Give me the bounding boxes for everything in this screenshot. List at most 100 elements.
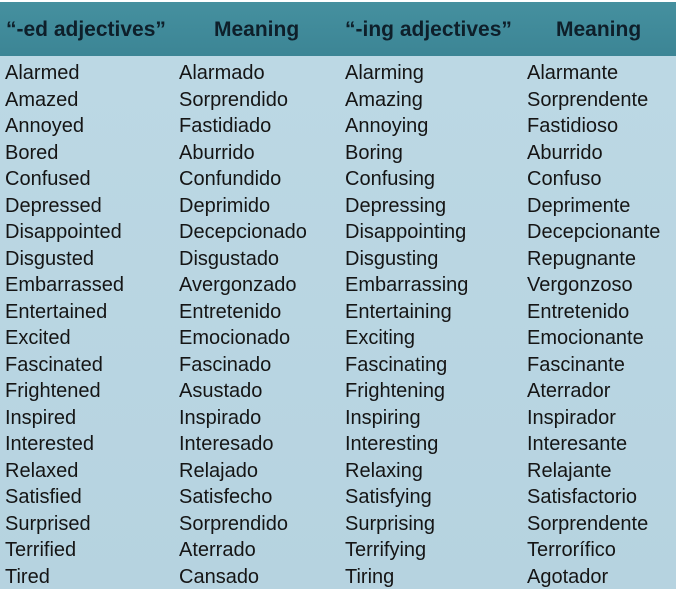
ed-adjective-cell: Amazed: [5, 88, 79, 111]
ing-meaning-cell: Fastidioso: [527, 115, 619, 137]
table-row: Alarmed Alarmado Alarming Alarmante: [0, 60, 676, 87]
ing-adjective-cell: Confusing: [345, 168, 436, 190]
ing-adjective-cell: Fascinating: [345, 353, 448, 376]
ing-meaning-cell: Aburrido: [527, 141, 603, 164]
table-body: Alarmed Alarmado Alarming Alarmante Amazed So…: [0, 60, 676, 590]
table-row: Terrified Aterrado Terrifying Terrorífico: [0, 537, 676, 564]
ed-adjective-cell: Confused: [5, 168, 91, 190]
table-row: Tired Cansado Tiring Agotador: [0, 564, 676, 591]
ed-adjective-cell: Disgusted: [5, 247, 94, 270]
ing-adjective-cell: Relaxing: [345, 459, 423, 482]
ed-meaning-cell: Sorprendido: [179, 512, 288, 535]
ed-meaning-cell: Cansado: [179, 565, 260, 588]
header-ing-adjectives: “-ing adjectives”: [345, 18, 512, 41]
ing-adjective-cell: Boring: [345, 141, 403, 164]
ed-meaning-cell: Satisfecho: [179, 486, 273, 508]
ing-meaning-cell: Sorprendente: [527, 88, 649, 111]
ing-adjective-cell: Amazing: [345, 88, 423, 111]
ed-meaning-cell: Relajado: [179, 459, 258, 482]
ing-adjective-cell: Exciting: [345, 327, 416, 349]
ing-meaning-cell: Repugnante: [527, 247, 636, 270]
table-row: Frightened Asustado Frightening Aterrador: [0, 378, 676, 405]
ing-adjective-cell: Disgusting: [345, 247, 439, 270]
table-row: Bored Aburrido Boring Aburrido: [0, 140, 676, 167]
ing-meaning-cell: Interesante: [527, 433, 628, 455]
ing-meaning-cell: Decepcionante: [527, 221, 661, 243]
ed-meaning-cell: Avergonzado: [179, 274, 297, 296]
ing-meaning-cell: Fascinante: [527, 353, 625, 376]
ing-meaning-cell: Inspirador: [527, 406, 616, 429]
ed-meaning-cell: Asustado: [179, 380, 263, 402]
ing-adjective-cell: Surprising: [345, 512, 436, 535]
header-meaning-ing: Meaning: [556, 18, 642, 41]
ed-adjective-cell: Annoyed: [5, 115, 84, 137]
table-row: Annoyed Fastidiado Annoying Fastidioso: [0, 113, 676, 140]
ing-meaning-cell: Vergonzoso: [527, 274, 633, 296]
ed-adjective-cell: Fascinated: [5, 353, 103, 376]
ing-adjective-cell: Annoying: [345, 115, 429, 137]
table-header: “-ed adjectives” Meaning “-ing adjective…: [0, 2, 676, 56]
ed-meaning-cell: Fastidiado: [179, 115, 272, 137]
ing-adjective-cell: Tiring: [345, 565, 395, 588]
ed-meaning-cell: Deprimido: [179, 194, 271, 217]
table-row: Fascinated Fascinado Fascinating Fascinante: [0, 352, 676, 379]
ed-adjective-cell: Relaxed: [5, 459, 79, 482]
ing-meaning-cell: Relajante: [527, 459, 612, 482]
ing-meaning-cell: Aterrador: [527, 380, 611, 402]
table-row: Entertained Entretenido Entertaining Entret…: [0, 299, 676, 326]
ing-adjective-cell: Alarming: [345, 62, 424, 84]
ed-adjective-cell: Terrified: [5, 539, 77, 561]
ed-meaning-cell: Alarmado: [179, 62, 265, 84]
table-row: Surprised Sorprendido Surprising Sorprenden…: [0, 511, 676, 538]
ing-adjective-cell: Satisfying: [345, 486, 432, 508]
table-row: Embarrassed Avergonzado Embarrassing Vergon…: [0, 272, 676, 299]
ing-meaning-cell: Emocionante: [527, 327, 644, 349]
ed-meaning-cell: Confundido: [179, 168, 282, 190]
ing-adjective-cell: Entertaining: [345, 300, 452, 323]
table-row: Relaxed Relajado Relaxing Relajante: [0, 458, 676, 485]
ed-adjective-cell: Interested: [5, 433, 94, 455]
table-row: Disgusted Disgustado Disgusting Repugnante: [0, 246, 676, 273]
ing-adjective-cell: Interesting: [345, 433, 439, 455]
ing-meaning-cell: Deprimente: [527, 194, 631, 217]
ed-adjective-cell: Bored: [5, 141, 59, 164]
table-row: Inspired Inspirado Inspiring Inspirador: [0, 405, 676, 432]
table-row: Excited Emocionado Exciting Emocionante: [0, 325, 676, 352]
table-row: Depressed Deprimido Depressing Deprimente: [0, 193, 676, 220]
ed-meaning-cell: Sorprendido: [179, 88, 288, 111]
header-meaning-ed: Meaning: [214, 18, 300, 41]
ed-meaning-cell: Interesado: [179, 433, 274, 455]
ed-adjective-cell: Depressed: [5, 194, 102, 217]
ing-meaning-cell: Confuso: [527, 168, 602, 190]
ed-meaning-cell: Entretenido: [179, 300, 282, 323]
ing-meaning-cell: Sorprendente: [527, 512, 649, 535]
ed-meaning-cell: Aburrido: [179, 141, 255, 164]
ed-adjective-cell: Inspired: [5, 406, 77, 429]
ed-meaning-cell: Aterrado: [179, 539, 256, 561]
ing-adjective-cell: Depressing: [345, 194, 447, 217]
ed-meaning-cell: Inspirado: [179, 406, 262, 429]
ed-adjective-cell: Tired: [5, 565, 50, 588]
table-row: Amazed Sorprendido Amazing Sorprendente: [0, 87, 676, 114]
ed-meaning-cell: Emocionado: [179, 327, 291, 349]
ed-adjective-cell: Entertained: [5, 300, 108, 323]
ing-meaning-cell: Terrorífico: [527, 539, 616, 561]
table-row: Interested Interesado Interesting Interesan…: [0, 431, 676, 458]
ing-adjective-cell: Disappointing: [345, 221, 467, 243]
ed-meaning-cell: Decepcionado: [179, 221, 307, 243]
ing-meaning-cell: Alarmante: [527, 62, 619, 84]
ing-adjective-cell: Inspiring: [345, 406, 421, 429]
ed-adjective-cell: Satisfied: [5, 486, 82, 508]
ed-meaning-cell: Disgustado: [179, 247, 280, 270]
ing-meaning-cell: Satisfactorio: [527, 486, 638, 508]
ing-meaning-cell: Agotador: [527, 565, 609, 588]
ed-adjective-cell: Surprised: [5, 512, 91, 535]
ing-adjective-cell: Frightening: [345, 380, 446, 402]
table-row: Satisfied Satisfecho Satisfying Satisfactor…: [0, 484, 676, 511]
ing-meaning-cell: Entretenido: [527, 300, 630, 323]
ed-adjective-cell: Disappointed: [5, 221, 122, 243]
table-row: Disappointed Decepcionado Disappointing Dec…: [0, 219, 676, 246]
ed-adjective-cell: Excited: [5, 327, 71, 349]
header-ed-adjectives: “-ed adjectives”: [6, 18, 166, 41]
adjectives-table: “-ed adjectives” Meaning “-ing adjective…: [0, 2, 676, 589]
